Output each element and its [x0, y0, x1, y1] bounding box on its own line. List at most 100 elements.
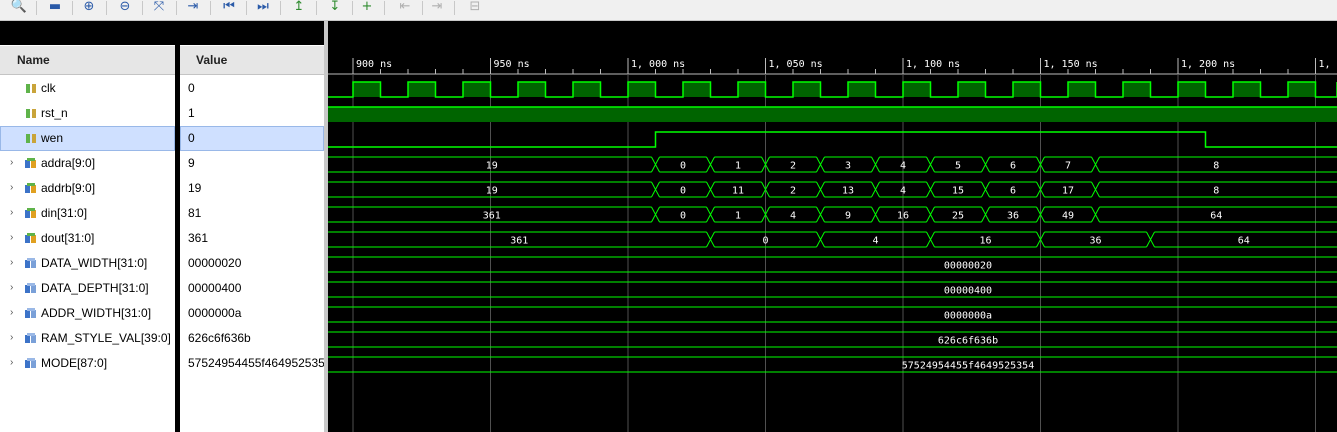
- signal-value-cell[interactable]: 0: [180, 126, 324, 151]
- signal-value: 00000400: [188, 281, 242, 295]
- toolbar-separator: [454, 1, 455, 15]
- parameter-signal-icon: [25, 308, 36, 318]
- value-header-label: Value: [196, 53, 228, 67]
- signal-name-cell[interactable]: wen: [0, 126, 175, 151]
- signal-row[interactable]: clk 0: [0, 76, 324, 101]
- expand-chevron-icon[interactable]: ›: [10, 257, 18, 268]
- din-value-label: 36: [1007, 211, 1019, 222]
- signal-name-cell[interactable]: › addrb[9:0]: [0, 176, 175, 201]
- expand-chevron-icon[interactable]: ›: [10, 282, 18, 293]
- signal-name-cell[interactable]: › RAM_STYLE_VAL[39:0]: [0, 326, 175, 351]
- expand-chevron-icon[interactable]: ›: [10, 307, 18, 318]
- signal-name-cell[interactable]: › addra[9:0]: [0, 151, 175, 176]
- bus-signal-icon: [25, 233, 36, 243]
- signal-row[interactable]: rst_n 1: [0, 101, 324, 126]
- signal-value-cell[interactable]: 361: [180, 226, 324, 251]
- parameter-signal-icon: [25, 258, 36, 268]
- add-marker-icon[interactable]: +: [358, 0, 376, 16]
- signal-value-cell[interactable]: 1: [180, 101, 324, 126]
- zoom-in-icon[interactable]: ⊕: [80, 0, 98, 16]
- zoom-fit-icon[interactable]: ⤧: [150, 0, 168, 16]
- signal-value-cell[interactable]: 626c6f636b: [180, 326, 324, 351]
- zoom-out-icon[interactable]: ⊖: [116, 0, 134, 16]
- signal-value-cell[interactable]: 9: [180, 151, 324, 176]
- signal-value: 0000000a: [188, 306, 242, 320]
- go-to-time-zero-icon[interactable]: ⏮: [220, 0, 238, 16]
- clk-high-fill: [518, 82, 546, 97]
- signal-value: 1: [188, 106, 195, 120]
- signal-name-cell[interactable]: rst_n: [0, 101, 175, 126]
- dout-value-label: 0: [762, 236, 768, 247]
- bit-signal-icon: [26, 84, 36, 93]
- expand-chevron-icon[interactable]: ›: [10, 157, 18, 168]
- waveform-canvas[interactable]: 900 ns 950 ns 1, 000 ns 1, 050 ns 1, 100 ns 1…: [328, 21, 1337, 432]
- go-to-cursor-icon[interactable]: ⇥: [184, 0, 202, 16]
- toolbar-separator: [384, 1, 385, 15]
- clk-high-fill: [848, 82, 876, 97]
- dout-value-label: 4: [872, 236, 878, 247]
- toolbar-separator: [106, 1, 107, 15]
- parameter-signal-icon: [25, 333, 36, 343]
- toolbar-separator: [210, 1, 211, 15]
- expand-chevron-icon[interactable]: ›: [10, 207, 18, 218]
- signal-row[interactable]: › dout[31:0] 361: [0, 226, 324, 251]
- expand-chevron-icon[interactable]: ›: [10, 332, 18, 343]
- parameter-signal-icon: [25, 283, 36, 293]
- bus-signal-icon: [25, 208, 36, 218]
- toolbar-separator: [72, 1, 73, 15]
- bit-signal-icon: [26, 134, 36, 143]
- addrb-value-label: 17: [1062, 186, 1074, 197]
- signal-row[interactable]: › DATA_WIDTH[31:0] 00000020: [0, 251, 324, 276]
- signal-row[interactable]: › addrb[9:0] 19: [0, 176, 324, 201]
- addra-value-label: 2: [790, 161, 796, 172]
- signal-name-cell[interactable]: › din[31:0]: [0, 201, 175, 226]
- signal-name-cell[interactable]: clk: [0, 76, 175, 101]
- expand-chevron-icon[interactable]: ›: [10, 182, 18, 193]
- signal-value-cell[interactable]: 0: [180, 76, 324, 101]
- clk-high-fill: [903, 82, 931, 97]
- go-to-last-time-icon[interactable]: ⏭: [254, 0, 272, 16]
- ruler-tick-label: 1, 150 ns: [1044, 59, 1098, 70]
- wen-waveform: [328, 131, 1337, 148]
- signal-row[interactable]: › RAM_STYLE_VAL[39:0] 626c6f636b: [0, 326, 324, 351]
- name-column-header[interactable]: Name: [0, 46, 175, 75]
- signal-value-cell[interactable]: 19: [180, 176, 324, 201]
- addra-value-label: 19: [486, 161, 498, 172]
- expand-chevron-icon[interactable]: ›: [10, 357, 18, 368]
- bus-signal-icon: [25, 158, 36, 168]
- signal-name-cell[interactable]: › MODE[87:0]: [0, 351, 175, 376]
- search-icon[interactable]: 🔍: [10, 0, 28, 16]
- addrb-value-label: 19: [486, 186, 498, 197]
- signal-value-cell[interactable]: 81: [180, 201, 324, 226]
- waveform-area[interactable]: 900 ns 950 ns 1, 000 ns 1, 050 ns 1, 100 ns 1…: [328, 21, 1337, 432]
- signal-name-cell[interactable]: › DATA_DEPTH[31:0]: [0, 276, 175, 301]
- save-icon[interactable]: ▬: [46, 0, 64, 16]
- value-column-header[interactable]: Value: [180, 46, 324, 75]
- din-value-label: 4: [790, 211, 796, 222]
- toolbar-separator: [36, 1, 37, 15]
- signal-value-cell[interactable]: 0000000a: [180, 301, 324, 326]
- signal-name-cell[interactable]: › ADDR_WIDTH[31:0]: [0, 301, 175, 326]
- signal-row[interactable]: › MODE[87:0] 57524954455f4649525354: [0, 351, 324, 376]
- signal-value-cell[interactable]: 00000020: [180, 251, 324, 276]
- clk-high-fill: [1178, 82, 1206, 97]
- expand-chevron-icon[interactable]: ›: [10, 232, 18, 243]
- signal-name-cell[interactable]: › dout[31:0]: [0, 226, 175, 251]
- signal-row[interactable]: › addra[9:0] 9: [0, 151, 324, 176]
- signal-name: ADDR_WIDTH[31:0]: [41, 306, 152, 320]
- signal-row[interactable]: wen 0: [0, 126, 324, 151]
- signal-value-cell[interactable]: 00000400: [180, 276, 324, 301]
- signal-row[interactable]: › ADDR_WIDTH[31:0] 0000000a: [0, 301, 324, 326]
- signal-row[interactable]: › DATA_DEPTH[31:0] 00000400: [0, 276, 324, 301]
- ruler-tick-label: 1, 200 ns: [1181, 59, 1235, 70]
- signal-row[interactable]: › din[31:0] 81: [0, 201, 324, 226]
- ram_style_val-value-label: 626c6f636b: [938, 336, 998, 347]
- clk-high-fill: [408, 82, 436, 97]
- signal-value-cell[interactable]: 57524954455f4649525354: [180, 351, 324, 376]
- next-transition-icon[interactable]: ↧: [326, 0, 344, 16]
- signal-name: din[31:0]: [41, 206, 88, 220]
- signal-name-cell[interactable]: › DATA_WIDTH[31:0]: [0, 251, 175, 276]
- addra-value-label: 5: [955, 161, 961, 172]
- previous-transition-icon[interactable]: ↥: [290, 0, 308, 16]
- signal-value: 626c6f636b: [188, 331, 251, 345]
